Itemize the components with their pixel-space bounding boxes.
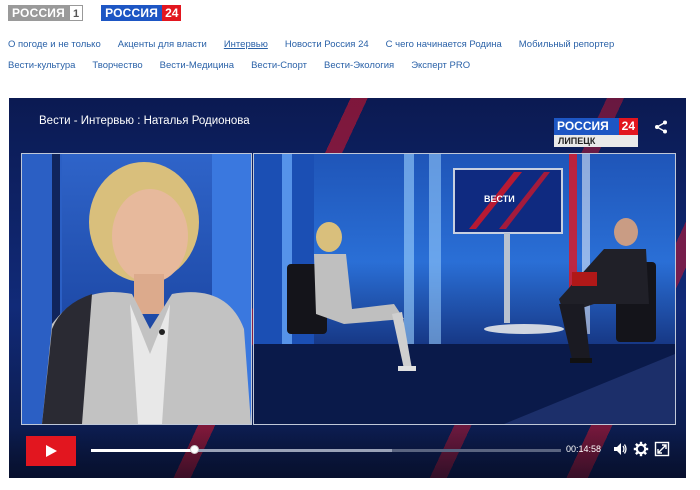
- category-nav: О погоде и не только Акценты для власти …: [8, 34, 688, 76]
- nav-item-creativity[interactable]: Творчество: [92, 55, 142, 76]
- video-frame-closeup: [21, 153, 252, 425]
- badge-text: РОССИЯ: [554, 118, 619, 135]
- share-icon[interactable]: [654, 120, 668, 134]
- nav-item-mobile-reporter[interactable]: Мобильный репортер: [519, 34, 614, 55]
- russia-24-logo[interactable]: РОССИЯ 24: [101, 5, 182, 21]
- video-frame-studio: ВЕСТИ: [253, 153, 676, 425]
- nav-item-culture[interactable]: Вести-культура: [8, 55, 75, 76]
- progress-fill: [91, 449, 195, 452]
- logo-text: РОССИЯ: [101, 5, 163, 21]
- fullscreen-icon[interactable]: [654, 441, 670, 457]
- logo-number: 1: [68, 5, 84, 21]
- logo-number: 24: [162, 5, 182, 21]
- video-player[interactable]: Вести - Интервью : Наталья Родионова РОС…: [9, 98, 686, 478]
- play-icon: [46, 445, 57, 457]
- settings-icon[interactable]: [633, 441, 649, 457]
- nav-item-ecology[interactable]: Вести-Экология: [324, 55, 394, 76]
- closeup-scene: [22, 154, 251, 424]
- badge-city: ЛИПЕЦК: [554, 135, 638, 147]
- time-display: 00:14:58: [566, 444, 602, 454]
- progress-bar[interactable]: [91, 445, 561, 454]
- nav-item-sport[interactable]: Вести-Спорт: [251, 55, 307, 76]
- logo-text: РОССИЯ: [8, 5, 69, 21]
- nav-item-interview[interactable]: Интервью: [224, 34, 268, 55]
- video-title: Вести - Интервью : Наталья Родионова: [39, 115, 250, 127]
- nav-item-weather[interactable]: О погоде и не только: [8, 34, 101, 55]
- nav-item-medicine[interactable]: Вести-Медицина: [160, 55, 234, 76]
- volume-icon[interactable]: [612, 441, 628, 457]
- nav-item-expert-pro[interactable]: Эксперт PRO: [411, 55, 470, 76]
- channel-badge: РОССИЯ 24 ЛИПЕЦК: [554, 118, 638, 147]
- nav-item-news-russia24[interactable]: Новости Россия 24: [285, 34, 369, 55]
- studio-screen-text: ВЕСТИ: [484, 194, 515, 204]
- channel-logos: РОССИЯ 1 РОССИЯ 24: [8, 5, 182, 21]
- badge-number: 24: [618, 118, 638, 135]
- nav-item-accents[interactable]: Акценты для власти: [118, 34, 207, 55]
- russia-1-logo[interactable]: РОССИЯ 1: [8, 5, 84, 21]
- studio-scene: ВЕСТИ: [254, 154, 675, 424]
- nav-item-motherland[interactable]: С чего начинается Родина: [386, 34, 502, 55]
- play-button[interactable]: [26, 436, 76, 466]
